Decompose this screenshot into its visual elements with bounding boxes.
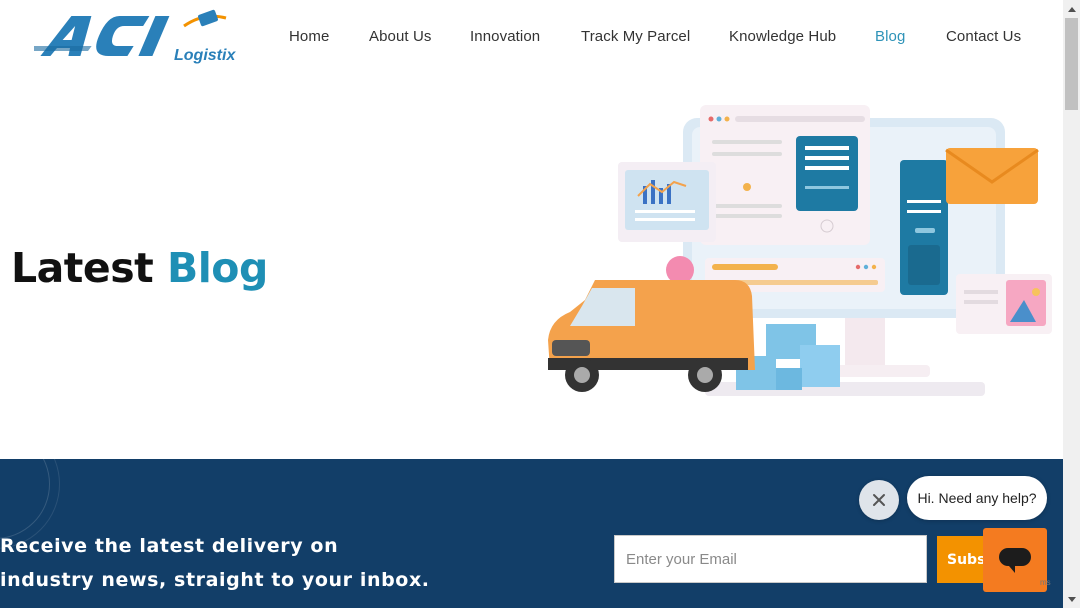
- nav-innovation[interactable]: Innovation: [470, 28, 540, 45]
- scroll-down-arrow[interactable]: [1063, 591, 1080, 608]
- chat-close-button[interactable]: [859, 480, 899, 520]
- page-title-part2: Blog: [166, 244, 268, 292]
- site-header: Logistix Home About Us Innovation Track …: [0, 0, 1063, 78]
- page-scrollbar[interactable]: [1063, 0, 1080, 608]
- nav-home[interactable]: Home: [289, 28, 329, 45]
- logo-logistix-text: Logistix: [174, 47, 236, 64]
- newsletter-text: Receive the latest delivery on industry …: [0, 535, 430, 591]
- recaptcha-badge-text: ms: [1040, 578, 1051, 587]
- nav-track-my-parcel[interactable]: Track My Parcel: [581, 28, 690, 45]
- nav-blog[interactable]: Blog: [875, 28, 905, 45]
- delivery-illustration: [548, 105, 1052, 396]
- chat-greeting-bubble[interactable]: Hi. Need any help?: [907, 476, 1047, 520]
- nav-about-us[interactable]: About Us: [369, 28, 432, 45]
- newsletter-section: Receive the latest delivery on industry …: [0, 459, 1063, 608]
- page-title-part1: Latest: [11, 244, 154, 292]
- aci-logistix-logo[interactable]: Logistix: [34, 8, 244, 70]
- nav-contact-us[interactable]: Contact Us: [946, 28, 1021, 45]
- chat-greeting-text: Hi. Need any help?: [917, 490, 1037, 506]
- newsletter-email-input[interactable]: [614, 535, 927, 583]
- close-icon: [873, 494, 885, 506]
- page-title: Latest Blog: [11, 244, 268, 292]
- scroll-up-arrow[interactable]: [1063, 0, 1080, 17]
- nav-knowledge-hub[interactable]: Knowledge Hub: [729, 28, 836, 45]
- arrow-up-icon: [1067, 6, 1076, 12]
- arrow-down-icon: [1067, 596, 1076, 602]
- scrollbar-thumb[interactable]: [1065, 18, 1078, 110]
- chat-icon: [999, 548, 1031, 573]
- chat-launcher-button[interactable]: [983, 528, 1047, 592]
